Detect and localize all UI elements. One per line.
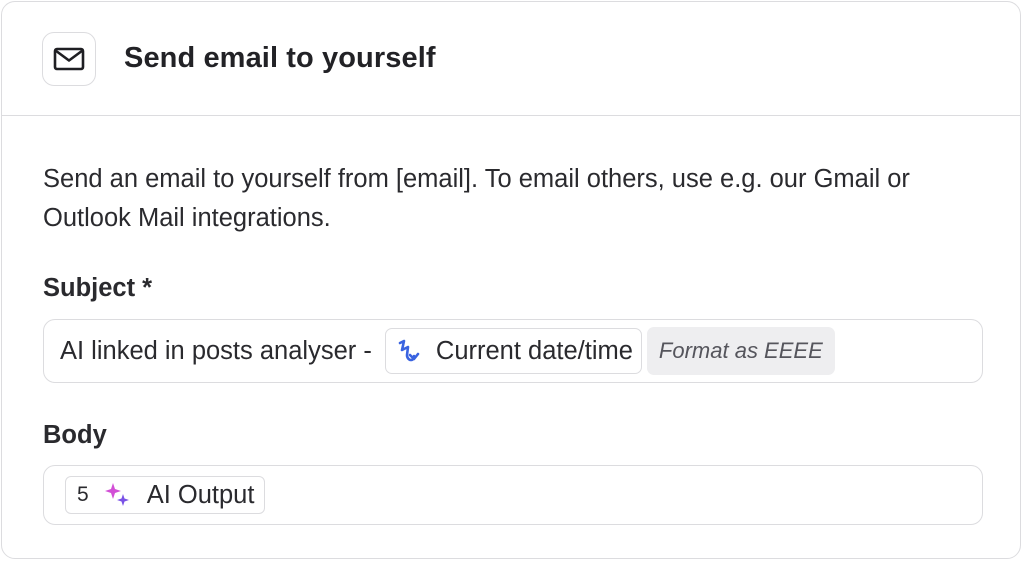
step-number: 5 [77,483,89,506]
date-time-icon [396,338,422,364]
card-header: Send email to yourself [2,2,1020,116]
format-chip[interactable]: Format as EEEE [646,327,835,375]
subject-text: AI linked in posts analyser - [60,336,379,365]
current-datetime-chip[interactable]: Current date/time [384,328,642,374]
card-title: Send email to yourself [124,42,436,74]
subject-label: Subject * [43,274,153,302]
ai-sparkle-icon [103,481,131,509]
ai-output-label: AI Output [146,480,255,509]
mail-icon [53,47,85,71]
body-input[interactable]: 5 AI Output [43,465,983,525]
current-datetime-label: Current date/time [435,336,633,365]
description-text: Send an email to yourself from [email]. … [43,165,910,232]
body-label: Body [43,421,107,449]
subject-input[interactable]: AI linked in posts analyser - Current da… [43,319,983,383]
send-email-card: Send email to yourself Send an email to … [1,1,1021,559]
header-icon-box [42,31,96,86]
card-content: Send an email to yourself from [email]. … [2,116,1020,525]
ai-output-chip[interactable]: 5 AI Output [65,476,266,514]
